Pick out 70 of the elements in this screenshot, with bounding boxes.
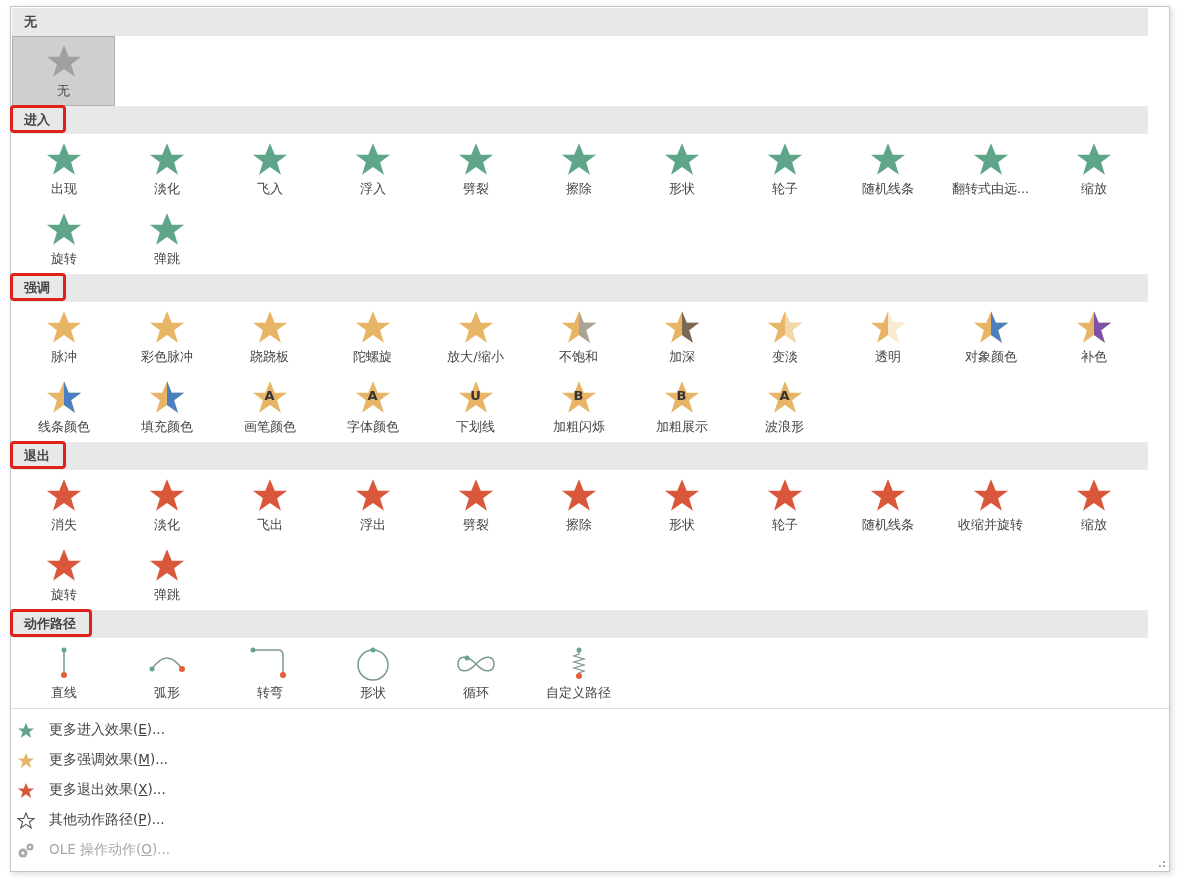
- letter-mark: A: [366, 388, 379, 403]
- effect-option[interactable]: 变淡: [733, 302, 836, 372]
- effect-option[interactable]: 轮子: [733, 134, 836, 204]
- section-title: 进入: [24, 111, 50, 129]
- effect-option[interactable]: 淡化: [115, 470, 218, 540]
- menu-item[interactable]: 更多强调效果(M)...: [49, 751, 169, 769]
- effect-option[interactable]: U 下划线: [424, 372, 527, 442]
- letter-mark: U: [469, 388, 482, 403]
- effect-option[interactable]: A 波浪形: [733, 372, 836, 442]
- effect-option[interactable]: 弧形: [115, 638, 218, 708]
- motion-path-icon: [147, 654, 186, 672]
- effect-option[interactable]: 出现: [12, 134, 115, 204]
- effect-option[interactable]: 收缩并旋转: [939, 470, 1042, 540]
- effect-option[interactable]: B 加粗闪烁: [527, 372, 630, 442]
- letter-mark: B: [675, 388, 688, 403]
- effect-option[interactable]: 无: [12, 36, 115, 106]
- effect-option[interactable]: 擦除: [527, 134, 630, 204]
- effect-option[interactable]: 轮子: [733, 470, 836, 540]
- effect-option[interactable]: A 画笔颜色: [218, 372, 321, 442]
- effect-option[interactable]: A 字体颜色: [321, 372, 424, 442]
- effect-option[interactable]: 跷跷板: [218, 302, 321, 372]
- section-title: 退出: [24, 447, 50, 465]
- effect-option[interactable]: 随机线条: [836, 470, 939, 540]
- effect-option[interactable]: 浮入: [321, 134, 424, 204]
- effect-option[interactable]: 陀螺旋: [321, 302, 424, 372]
- effect-option[interactable]: 循环: [424, 638, 527, 708]
- section-title: 动作路径: [24, 615, 76, 633]
- effect-option[interactable]: 形状: [630, 134, 733, 204]
- effect-option[interactable]: 劈裂: [424, 470, 527, 540]
- effect-option[interactable]: 直线: [12, 638, 115, 708]
- resize-grip-icon[interactable]: [1158, 860, 1166, 868]
- effect-option[interactable]: 劈裂: [424, 134, 527, 204]
- effect-option[interactable]: 自定义路径: [527, 638, 630, 708]
- effect-option[interactable]: 随机线条: [836, 134, 939, 204]
- letter-mark: A: [263, 388, 276, 403]
- effect-option[interactable]: 消失: [12, 470, 115, 540]
- effect-option[interactable]: 加深: [630, 302, 733, 372]
- motion-path-icon: [59, 647, 68, 679]
- effect-option[interactable]: 脉冲: [12, 302, 115, 372]
- effect-option[interactable]: 缩放: [1042, 470, 1145, 540]
- effect-option[interactable]: 飞出: [218, 470, 321, 540]
- effect-option[interactable]: 旋转: [12, 540, 115, 610]
- menu-item[interactable]: 其他动作路径(P)...: [49, 811, 165, 829]
- section-title: 强调: [24, 279, 50, 297]
- effect-option[interactable]: 弹跳: [115, 204, 218, 274]
- effect-option[interactable]: 转弯: [218, 638, 321, 708]
- effect-option[interactable]: 缩放: [1042, 134, 1145, 204]
- effect-option[interactable]: 形状: [321, 638, 424, 708]
- effect-option[interactable]: 彩色脉冲: [115, 302, 218, 372]
- effect-option[interactable]: 放大/缩小: [424, 302, 527, 372]
- effect-option[interactable]: B 加粗展示: [630, 372, 733, 442]
- effect-option[interactable]: 透明: [836, 302, 939, 372]
- effect-option[interactable]: 不饱和: [527, 302, 630, 372]
- effect-option[interactable]: 淡化: [115, 134, 218, 204]
- effect-option[interactable]: 弹跳: [115, 540, 218, 610]
- letter-mark: A: [778, 388, 791, 403]
- section-title: 无: [24, 13, 37, 31]
- menu-item[interactable]: 更多退出效果(X)...: [49, 781, 166, 799]
- effect-option[interactable]: 补色: [1042, 302, 1145, 372]
- effect-option[interactable]: 旋转: [12, 204, 115, 274]
- menu-item[interactable]: 更多进入效果(E)...: [49, 721, 165, 739]
- effect-option[interactable]: 擦除: [527, 470, 630, 540]
- effect-option[interactable]: 对象颜色: [939, 302, 1042, 372]
- effect-option[interactable]: 浮出: [321, 470, 424, 540]
- effect-option[interactable]: 填充颜色: [115, 372, 218, 442]
- effect-option[interactable]: 线条颜色: [12, 372, 115, 442]
- effect-option[interactable]: 形状: [630, 470, 733, 540]
- letter-mark: B: [572, 388, 585, 403]
- effect-option[interactable]: 翻转式由远...: [939, 134, 1042, 204]
- effect-option[interactable]: 飞入: [218, 134, 321, 204]
